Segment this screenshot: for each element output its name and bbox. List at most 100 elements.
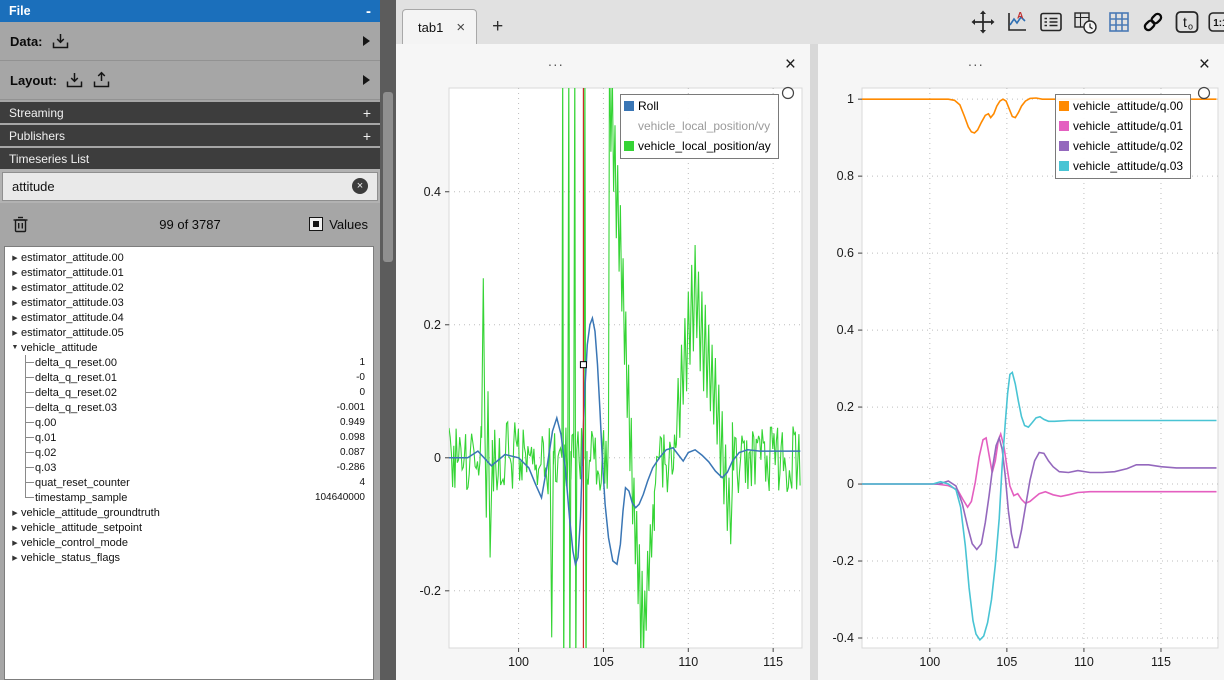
expand-arrow-icon[interactable]: ▶ bbox=[9, 329, 21, 337]
panel-splitter[interactable] bbox=[810, 44, 818, 680]
tree-item[interactable]: ▶estimator_attitude.05 bbox=[5, 325, 373, 340]
legend-entry[interactable]: vehicle_attitude/q.01 bbox=[1059, 116, 1183, 136]
publishers-expand-icon[interactable]: + bbox=[363, 128, 371, 144]
tree-child-item[interactable]: quat_reset_counter4 bbox=[5, 475, 373, 490]
delete-series-button[interactable] bbox=[12, 215, 29, 234]
tree-item-label[interactable]: estimator_attitude.05 bbox=[21, 327, 124, 339]
panel-menu-dots[interactable]: ... bbox=[548, 53, 564, 69]
curve-style-button[interactable]: A bbox=[1003, 9, 1030, 36]
tree-item-label[interactable]: vehicle_attitude bbox=[21, 342, 97, 354]
panel-close-button[interactable]: × bbox=[785, 55, 796, 74]
streaming-section-header[interactable]: Streaming + bbox=[0, 102, 380, 123]
expand-arrow-icon[interactable]: ▶ bbox=[9, 254, 21, 262]
data-expand-arrow[interactable] bbox=[363, 36, 370, 46]
tree-item[interactable]: ▶vehicle_control_mode bbox=[5, 535, 373, 550]
panel-close-button[interactable]: × bbox=[1199, 55, 1210, 74]
expand-arrow-icon[interactable]: ▶ bbox=[9, 299, 21, 307]
minimize-button[interactable]: - bbox=[366, 3, 371, 20]
tree-item-label[interactable]: estimator_attitude.04 bbox=[21, 312, 124, 324]
tree-item[interactable]: ▶estimator_attitude.00 bbox=[5, 250, 373, 265]
link-axes-button[interactable] bbox=[1139, 9, 1166, 36]
tree-child-item[interactable]: q.010.098 bbox=[5, 430, 373, 445]
publishers-section-header[interactable]: Publishers + bbox=[0, 125, 380, 146]
legend-entry[interactable]: Roll bbox=[624, 96, 771, 116]
tree-item[interactable]: ▶vehicle_attitude_groundtruth bbox=[5, 505, 373, 520]
expand-arrow-icon[interactable]: ▶ bbox=[9, 554, 21, 562]
tree-child-item[interactable]: delta_q_reset.001 bbox=[5, 355, 373, 370]
plot-legend-left[interactable]: Rollvehicle_local_position/vyvehicle_loc… bbox=[620, 94, 779, 159]
collapse-arrow-icon[interactable]: ▼ bbox=[9, 344, 21, 351]
load-layout-icon[interactable] bbox=[65, 71, 84, 89]
tab-close-button[interactable]: × bbox=[456, 20, 465, 35]
tree-item-label[interactable]: vehicle_control_mode bbox=[21, 537, 128, 549]
grid-layout-button[interactable] bbox=[1105, 9, 1132, 36]
tree-child-label[interactable]: delta_q_reset.02 bbox=[35, 387, 117, 399]
tree-child-label[interactable]: delta_q_reset.00 bbox=[35, 357, 117, 369]
save-layout-icon[interactable] bbox=[92, 71, 111, 89]
legend-entry[interactable]: vehicle_local_position/ay bbox=[624, 136, 771, 156]
file-menu-label[interactable]: File bbox=[9, 4, 31, 18]
load-data-icon[interactable] bbox=[51, 32, 70, 50]
plot-legend-right[interactable]: vehicle_attitude/q.00vehicle_attitude/q.… bbox=[1055, 94, 1191, 179]
tree-item[interactable]: ▶estimator_attitude.03 bbox=[5, 295, 373, 310]
panel-menu-dots[interactable]: ... bbox=[968, 53, 984, 69]
ratio-button[interactable]: 1:1 bbox=[1207, 9, 1224, 36]
tree-item-label[interactable]: vehicle_status_flags bbox=[21, 552, 120, 564]
tab-label[interactable]: tab1 bbox=[418, 20, 443, 35]
tree-item[interactable]: ▶estimator_attitude.02 bbox=[5, 280, 373, 295]
expand-arrow-icon[interactable]: ▶ bbox=[9, 539, 21, 547]
tree-child-item[interactable]: q.020.087 bbox=[5, 445, 373, 460]
tree-child-item[interactable]: timestamp_sample104640000 bbox=[5, 490, 373, 505]
tree-child-label[interactable]: delta_q_reset.03 bbox=[35, 402, 117, 414]
expand-arrow-icon[interactable]: ▶ bbox=[9, 509, 21, 517]
tree-child-item[interactable]: q.000.949 bbox=[5, 415, 373, 430]
legend-entry[interactable]: vehicle_attitude/q.02 bbox=[1059, 136, 1183, 156]
tree-item-label[interactable]: vehicle_attitude_setpoint bbox=[21, 522, 142, 534]
tree-item-label[interactable]: estimator_attitude.02 bbox=[21, 282, 124, 294]
corner-zoom-circle[interactable] bbox=[783, 88, 794, 99]
tree-item[interactable]: ▶estimator_attitude.01 bbox=[5, 265, 373, 280]
legend-entry[interactable]: vehicle_local_position/vy bbox=[624, 116, 771, 136]
tree-item-label[interactable]: estimator_attitude.00 bbox=[21, 252, 124, 264]
expand-arrow-icon[interactable]: ▶ bbox=[9, 269, 21, 277]
tree-item-label[interactable]: estimator_attitude.03 bbox=[21, 297, 124, 309]
legend-entry[interactable]: vehicle_attitude/q.03 bbox=[1059, 156, 1183, 176]
corner-zoom-circle[interactable] bbox=[1199, 88, 1210, 99]
values-toggle[interactable]: Values bbox=[309, 217, 368, 232]
add-tab-button[interactable]: + bbox=[492, 17, 503, 36]
tree-child-label[interactable]: timestamp_sample bbox=[35, 492, 127, 504]
timeseries-tree[interactable]: ▶estimator_attitude.00▶estimator_attitud… bbox=[4, 246, 374, 680]
tree-item-label[interactable]: estimator_attitude.01 bbox=[21, 267, 124, 279]
tree-child-label[interactable]: q.02 bbox=[35, 447, 56, 459]
tree-child-item[interactable]: delta_q_reset.020 bbox=[5, 385, 373, 400]
time-offset-button[interactable]: t o bbox=[1173, 9, 1200, 36]
tree-child-label[interactable]: q.01 bbox=[35, 432, 56, 444]
tree-child-item[interactable]: q.03-0.286 bbox=[5, 460, 373, 475]
tree-item-label[interactable]: vehicle_attitude_groundtruth bbox=[21, 507, 160, 519]
plot-area[interactable] bbox=[449, 88, 802, 648]
legend-list-button[interactable] bbox=[1037, 9, 1064, 36]
layout-expand-arrow[interactable] bbox=[363, 75, 370, 85]
expand-arrow-icon[interactable]: ▶ bbox=[9, 284, 21, 292]
tree-child-label[interactable]: q.03 bbox=[35, 462, 56, 474]
search-value[interactable]: attitude bbox=[12, 179, 55, 194]
tree-child-label[interactable]: delta_q_reset.01 bbox=[35, 372, 117, 384]
tree-item[interactable]: ▶vehicle_attitude_setpoint bbox=[5, 520, 373, 535]
buffer-clock-button[interactable] bbox=[1071, 9, 1098, 36]
tree-child-item[interactable]: delta_q_reset.03-0.001 bbox=[5, 400, 373, 415]
legend-entry[interactable]: vehicle_attitude/q.00 bbox=[1059, 96, 1183, 116]
file-menu-bar[interactable]: File - bbox=[0, 0, 380, 22]
tree-item[interactable]: ▶estimator_attitude.04 bbox=[5, 310, 373, 325]
expand-arrow-icon[interactable]: ▶ bbox=[9, 524, 21, 532]
move-button[interactable] bbox=[969, 9, 996, 36]
sidebar-scrollbar[interactable] bbox=[380, 0, 396, 680]
tree-child-label[interactable]: q.00 bbox=[35, 417, 56, 429]
streaming-expand-icon[interactable]: + bbox=[363, 105, 371, 121]
values-checkbox[interactable] bbox=[309, 217, 323, 231]
tab-tab1[interactable]: tab1 × bbox=[402, 9, 477, 44]
timeseries-filter-input[interactable]: attitude × bbox=[2, 172, 378, 201]
expand-arrow-icon[interactable]: ▶ bbox=[9, 314, 21, 322]
clear-search-button[interactable]: × bbox=[352, 178, 368, 194]
tree-item[interactable]: ▶vehicle_status_flags bbox=[5, 550, 373, 565]
tree-child-label[interactable]: quat_reset_counter bbox=[35, 477, 130, 489]
